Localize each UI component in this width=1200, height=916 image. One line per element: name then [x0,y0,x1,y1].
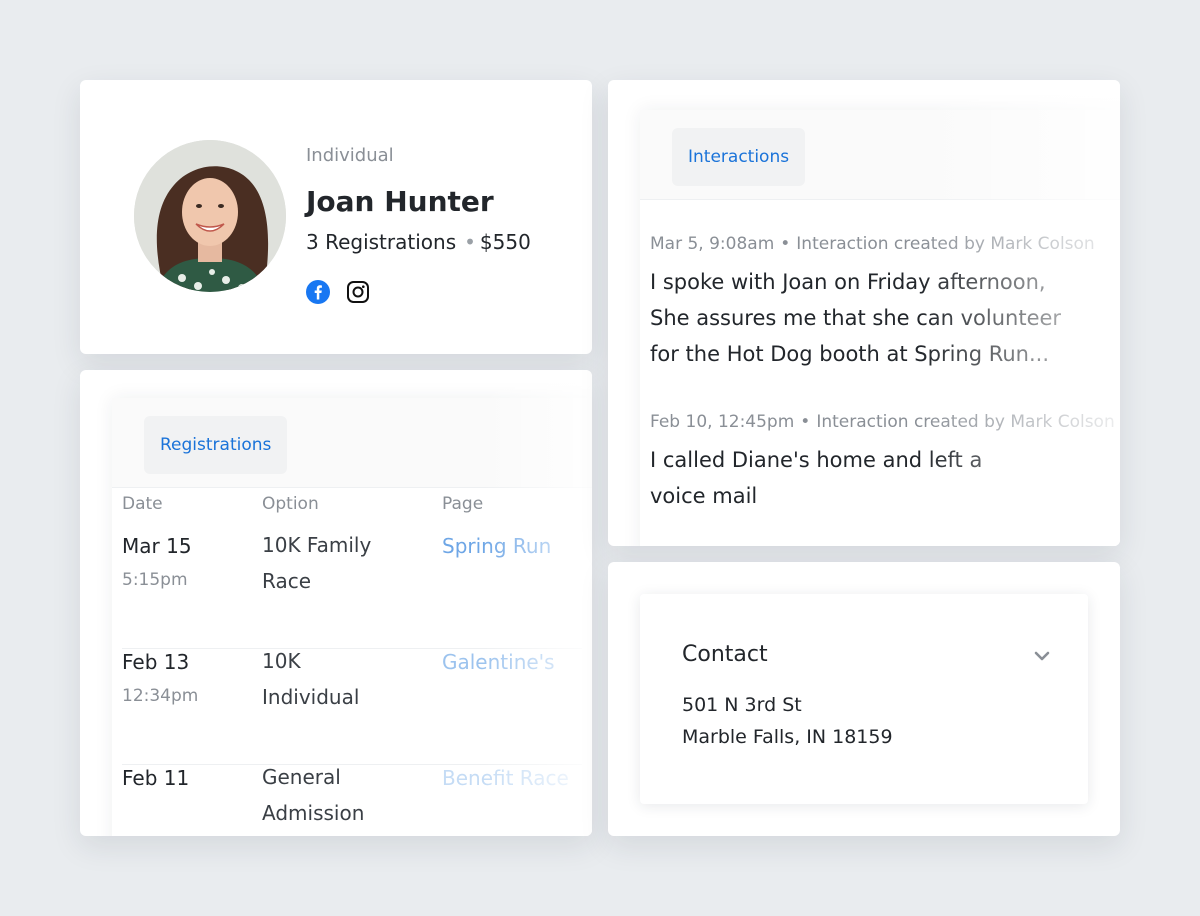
row-date: Mar 15 [122,534,192,558]
avatar-photo [134,140,286,292]
facebook-icon[interactable] [306,280,330,304]
interaction-meta: Feb 10, 12:45pm • Interaction created by M… [650,412,1115,432]
row-option: 10K Individual [262,649,360,709]
contact-title: Contact [682,642,768,667]
column-header-option: Option [262,494,319,514]
chevron-down-icon[interactable] [1032,646,1052,666]
interaction-author: Interaction created by Mark Colson [796,234,1095,254]
interaction-item[interactable]: Feb 10, 12:45pm • Interaction created by M… [650,412,1115,514]
interaction-text: I spoke with Joan on Friday afternoon, S… [650,270,1062,366]
tab-interactions[interactable]: Interactions [672,128,806,186]
separator-dot: • [780,234,791,254]
profile-type: Individual [306,145,394,166]
registrations-tab-strip: Registrations [112,398,592,488]
address-line-1: 501 N 3rd St [682,694,802,716]
row-time: 12:34pm [122,686,199,706]
interactions-tab-strip: Interactions [640,110,1120,200]
address-line-2: Marble Falls, IN 18159 [682,726,893,748]
registrations-card: Registrations Date Option Page Mar 15 5:… [80,370,592,836]
row-date: Feb 13 [122,650,190,674]
row-page-link[interactable]: Galentine's [442,650,555,674]
profile-card: Individual Joan Hunter 3 Registrations • $… [80,80,592,354]
avatar [134,140,286,292]
row-time: 5:15pm [122,570,188,590]
social-links [306,280,370,304]
row-option: 10K Family Race [262,533,372,593]
row-date: Feb 11 [122,766,190,790]
profile-name: Joan Hunter [306,185,494,218]
column-header-page: Page [442,494,484,514]
row-option: General Admission [262,765,365,825]
registrations-count: 3 Registrations [306,230,457,254]
contact-panel: Contact 501 N 3rd St Marble Falls, IN 18… [640,594,1088,804]
interaction-author: Interaction created by Mark Colson [816,412,1115,432]
row-page-link[interactable]: Benefit Race [442,766,569,790]
interaction-date: Mar 5, 9:08am [650,234,775,254]
profile-summary: 3 Registrations • $550 [306,230,531,254]
interaction-date: Feb 10, 12:45pm [650,412,795,432]
interaction-meta: Mar 5, 9:08am • Interaction created by Mar… [650,234,1110,254]
row-page-link[interactable]: Spring Run [442,534,551,558]
separator-dot: • [464,230,476,254]
interactions-card: Interactions Mar 5, 9:08am • Interaction c… [608,80,1120,546]
column-header-date: Date [122,494,163,514]
contact-card: Contact 501 N 3rd St Marble Falls, IN 18… [608,562,1120,836]
instagram-icon[interactable] [346,280,370,304]
interaction-item[interactable]: Mar 5, 9:08am • Interaction created by Mar… [650,234,1110,372]
tab-registrations[interactable]: Registrations [144,416,288,474]
separator-dot: • [800,412,811,432]
amount: $550 [479,230,531,254]
interaction-text: I called Diane's home and left a voice m… [650,448,983,508]
